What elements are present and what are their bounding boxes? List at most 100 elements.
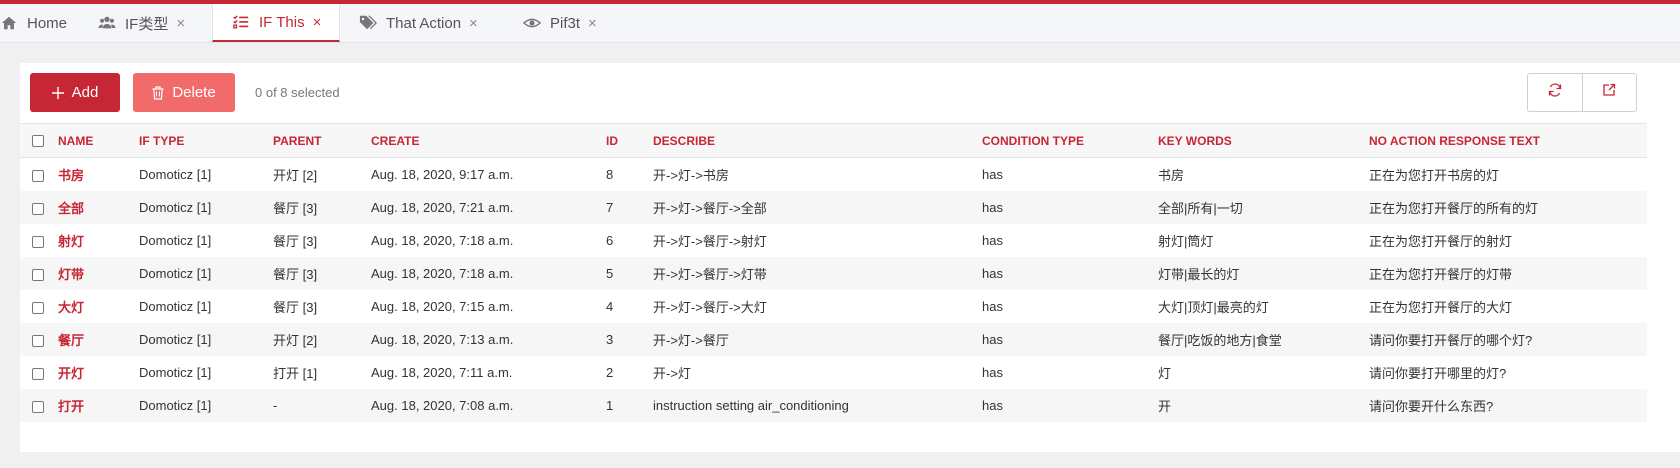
cell-parent: 开灯 [2] — [273, 168, 318, 183]
cell-describe: 开->灯->餐厅 — [651, 323, 980, 356]
export-icon — [1602, 83, 1616, 102]
column-header-create[interactable]: CREATE — [369, 123, 604, 158]
row-name-link[interactable]: 射灯 — [58, 234, 84, 249]
row-name-link[interactable]: 开灯 — [58, 366, 84, 381]
cell-id: 1 — [604, 389, 651, 422]
row-checkbox[interactable] — [32, 400, 44, 413]
tab-that-action[interactable]: That Action × — [359, 4, 489, 42]
trash-icon — [152, 85, 164, 100]
cell-response-text: 正在为您打开书房的灯 — [1369, 168, 1500, 183]
cell-describe: 开->灯->餐厅->射灯 — [653, 234, 767, 249]
tab-pif3t[interactable]: Pif3t × — [523, 4, 613, 42]
if-this-table: NAME IF TYPE PARENT CREATE ID DESCRIBE C… — [20, 123, 1647, 422]
cell-response-text: 正在为您打开餐厅的所有的灯 — [1367, 191, 1647, 224]
table-body: 书房 Domoticz [1] 开灯 [2] Aug. 18, 2020, 9:17 … — [20, 158, 1647, 422]
cell-create: Aug. 18, 2020, 7:15 a.m. — [371, 299, 514, 314]
cell-describe: instruction setting air_conditioning — [651, 389, 980, 422]
row-name-link[interactable]: 全部 — [58, 201, 84, 216]
cell-response-text: 请问你要打开哪里的灯? — [1369, 366, 1507, 381]
cell-id: 6 — [606, 233, 614, 248]
export-button[interactable] — [1581, 74, 1637, 111]
refresh-button[interactable] — [1528, 74, 1582, 111]
cell-name: 大灯 — [56, 290, 137, 323]
cell-condition-type: has — [980, 389, 1156, 422]
cell-name: 全部 — [56, 191, 137, 224]
cell-id: 7 — [604, 191, 651, 224]
cell-condition-type: has — [980, 323, 1156, 356]
cell-condition-type: has — [980, 257, 1156, 290]
cell-id: 3 — [604, 323, 651, 356]
row-checkbox[interactable] — [32, 268, 44, 281]
cell-condition-type: has — [982, 365, 1003, 380]
cell-describe: 开->灯->书房 — [653, 168, 729, 183]
cell-create: Aug. 18, 2020, 7:18 a.m. — [369, 257, 604, 290]
column-header-condition-type[interactable]: CONDITION TYPE — [980, 123, 1156, 158]
cell-describe: 开->灯->餐厅->大灯 — [653, 300, 767, 315]
cell-response-text: 正在为您打开餐厅的大灯 — [1369, 300, 1513, 315]
column-header-key-words[interactable]: KEY WORDS — [1156, 123, 1367, 158]
row-checkbox[interactable] — [32, 367, 44, 380]
column-header-if-type[interactable]: IF TYPE — [137, 123, 271, 158]
select-all-checkbox[interactable] — [32, 135, 44, 148]
cell-if-type: Domoticz [1] — [139, 299, 212, 314]
plus-icon — [51, 86, 64, 99]
row-name-link[interactable]: 打开 — [58, 399, 84, 414]
cell-key-words: 灯 — [1158, 366, 1172, 381]
cell-create: Aug. 18, 2020, 7:13 a.m. — [369, 323, 604, 356]
column-header-describe[interactable]: DESCRIBE — [651, 123, 980, 158]
row-checkbox[interactable] — [32, 169, 44, 182]
row-checkbox[interactable] — [32, 334, 44, 347]
add-button[interactable]: Add — [30, 73, 120, 112]
cell-name: 打开 — [56, 389, 137, 422]
cell-key-words: 大灯|顶灯|最亮的灯 — [1158, 300, 1269, 315]
tab-label: Pif3t — [550, 14, 581, 32]
eye-icon — [523, 14, 541, 32]
cell-name: 书房 — [56, 158, 137, 192]
row-checkbox[interactable] — [32, 301, 44, 314]
column-header-id[interactable]: ID — [604, 123, 651, 158]
cell-condition-type: has — [982, 167, 1003, 182]
close-icon[interactable]: × — [588, 16, 597, 31]
row-name-link[interactable]: 灯带 — [58, 267, 84, 282]
cell-if-type: Domoticz [1] — [137, 257, 271, 290]
close-icon[interactable]: × — [313, 15, 322, 30]
cell-parent: - — [271, 389, 369, 422]
cell-condition-type: has — [980, 191, 1156, 224]
row-name-link[interactable]: 餐厅 — [58, 333, 84, 348]
delete-button[interactable]: Delete — [133, 73, 235, 112]
cell-if-type: Domoticz [1] — [139, 365, 212, 380]
table-row: 全部 Domoticz [1] 餐厅 [3] Aug. 18, 2020, 7:21 … — [20, 191, 1647, 224]
cell-response-text: 请问你要开什么东西? — [1367, 389, 1647, 422]
column-header-parent[interactable]: PARENT — [271, 123, 369, 158]
close-icon[interactable]: × — [176, 16, 185, 31]
table-row: 书房 Domoticz [1] 开灯 [2] Aug. 18, 2020, 9:17 … — [20, 158, 1647, 192]
tab-label: IF类型 — [125, 15, 169, 33]
close-icon[interactable]: × — [469, 16, 478, 31]
cell-if-type: Domoticz [1] — [137, 389, 271, 422]
tab-if-this[interactable]: IF This × — [212, 4, 340, 42]
table-row: 打开 Domoticz [1] - Aug. 18, 2020, 7:08 a.m. 1… — [20, 389, 1647, 422]
row-checkbox[interactable] — [32, 235, 44, 248]
column-header-response-text[interactable]: NO ACTION RESPONSE TEXT — [1367, 123, 1647, 158]
tab-if-types[interactable]: IF类型 × — [96, 4, 197, 42]
cell-parent: 打开 [1] — [273, 366, 318, 381]
table-header-row: NAME IF TYPE PARENT CREATE ID DESCRIBE C… — [20, 123, 1647, 158]
cell-response-text: 正在为您打开餐厅的射灯 — [1369, 234, 1513, 249]
cell-create: Aug. 18, 2020, 7:18 a.m. — [371, 233, 514, 248]
row-name-link[interactable]: 书房 — [58, 168, 84, 183]
tab-label: IF This — [259, 13, 305, 31]
row-name-link[interactable]: 大灯 — [58, 300, 84, 315]
column-header-name[interactable]: NAME — [56, 123, 137, 158]
row-checkbox[interactable] — [32, 202, 44, 215]
cell-parent: 餐厅 [3] — [273, 234, 318, 249]
cell-id: 4 — [606, 299, 614, 314]
cell-name: 射灯 — [56, 224, 137, 257]
cell-response-text: 请问你要打开餐厅的哪个灯? — [1367, 323, 1647, 356]
cell-parent: 餐厅 [3] — [273, 300, 318, 315]
select-all-cell — [20, 123, 56, 158]
table-row: 灯带 Domoticz [1] 餐厅 [3] Aug. 18, 2020, 7:18 … — [20, 257, 1647, 290]
cell-create: Aug. 18, 2020, 7:21 a.m. — [369, 191, 604, 224]
cell-key-words: 全部|所有|一切 — [1156, 191, 1367, 224]
tab-home[interactable]: Home — [0, 4, 96, 42]
table-row: 大灯 Domoticz [1] 餐厅 [3] Aug. 18, 2020, 7:15 … — [20, 290, 1647, 323]
